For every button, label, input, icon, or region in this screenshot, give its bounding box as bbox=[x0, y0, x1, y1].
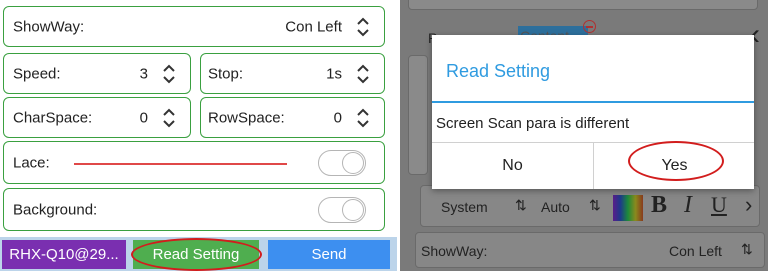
rowspace-value: 0 bbox=[333, 109, 342, 126]
chevron-updown-icon[interactable] bbox=[162, 63, 176, 85]
bg-showway-row: ShowWay: Con Left ⇅ bbox=[415, 232, 765, 268]
bg-chevron-icon: ⇅ bbox=[741, 241, 753, 257]
dialog-divider bbox=[432, 101, 754, 103]
lace-toggle[interactable] bbox=[318, 149, 366, 176]
bg-top-strip bbox=[408, 0, 758, 10]
chevron-updown-icon[interactable] bbox=[356, 63, 370, 85]
bg-color-picker-icon bbox=[613, 195, 643, 221]
bg-auto: Auto bbox=[541, 199, 570, 215]
bg-italic: I bbox=[684, 192, 692, 218]
app-screen-with-dialog: Program Content System ⇅ Auto ⇅ B I U › … bbox=[400, 0, 768, 271]
stop-label: Stop: bbox=[208, 65, 244, 82]
read-setting-button[interactable]: Read Setting bbox=[133, 240, 259, 269]
dialog-title: Read Setting bbox=[446, 61, 551, 81]
lace-preview-line bbox=[74, 162, 287, 165]
showway-label: ShowWay: bbox=[13, 18, 85, 35]
lace-field: Lace: bbox=[3, 141, 385, 184]
send-button[interactable]: Send bbox=[268, 240, 390, 269]
background-field: Background: bbox=[3, 188, 385, 231]
bg-showway-value: Con Left bbox=[669, 243, 722, 259]
device-button[interactable]: RHX-Q10@29... bbox=[2, 240, 126, 269]
chevron-updown-icon[interactable] bbox=[162, 107, 176, 129]
bg-chevron-right-icon: › bbox=[745, 192, 753, 217]
charspace-field[interactable]: CharSpace: 0 bbox=[3, 97, 191, 138]
speed-label: Speed: bbox=[13, 65, 61, 82]
charspace-label: CharSpace: bbox=[13, 109, 93, 126]
dialog-message: Screen Scan para is different bbox=[436, 115, 630, 132]
bg-left-strip bbox=[408, 55, 428, 175]
bg-system: System bbox=[441, 199, 488, 215]
dialog-no-button[interactable]: No bbox=[432, 143, 593, 189]
bg-showway-label: ShowWay: bbox=[421, 243, 488, 259]
lace-label: Lace: bbox=[13, 154, 50, 171]
rowspace-field[interactable]: RowSpace: 0 bbox=[200, 97, 385, 138]
settings-panel: ShowWay: Con Left Speed: 3 Stop: 1s Char… bbox=[0, 0, 397, 271]
bottom-action-bar: RHX-Q10@29... Read Setting Send bbox=[0, 237, 397, 271]
chevron-updown-icon[interactable] bbox=[356, 107, 370, 129]
toggle-knob bbox=[342, 151, 364, 174]
stop-value: 1s bbox=[326, 65, 342, 82]
bg-format-row: System ⇅ Auto ⇅ B I U › bbox=[420, 185, 760, 227]
dialog-yes-button[interactable]: Yes bbox=[594, 143, 755, 189]
chevron-updown-icon[interactable] bbox=[356, 16, 370, 38]
bg-chevron-icon: ⇅ bbox=[589, 197, 601, 213]
showway-value: Con Left bbox=[285, 18, 342, 35]
read-setting-dialog: Read Setting Screen Scan para is differe… bbox=[432, 35, 754, 189]
bg-underline: U bbox=[711, 192, 727, 217]
bg-chevron-icon: ⇅ bbox=[515, 197, 527, 213]
toggle-knob bbox=[342, 198, 364, 221]
stop-field[interactable]: Stop: 1s bbox=[200, 53, 385, 94]
background-label: Background: bbox=[13, 201, 98, 218]
showway-field[interactable]: ShowWay: Con Left bbox=[3, 6, 385, 47]
charspace-value: 0 bbox=[139, 109, 148, 126]
speed-value: 3 bbox=[139, 65, 148, 82]
bg-remove-icon bbox=[583, 20, 596, 33]
bg-bold: B bbox=[651, 192, 668, 218]
background-toggle[interactable] bbox=[318, 196, 366, 223]
rowspace-label: RowSpace: bbox=[208, 109, 285, 126]
speed-field[interactable]: Speed: 3 bbox=[3, 53, 191, 94]
